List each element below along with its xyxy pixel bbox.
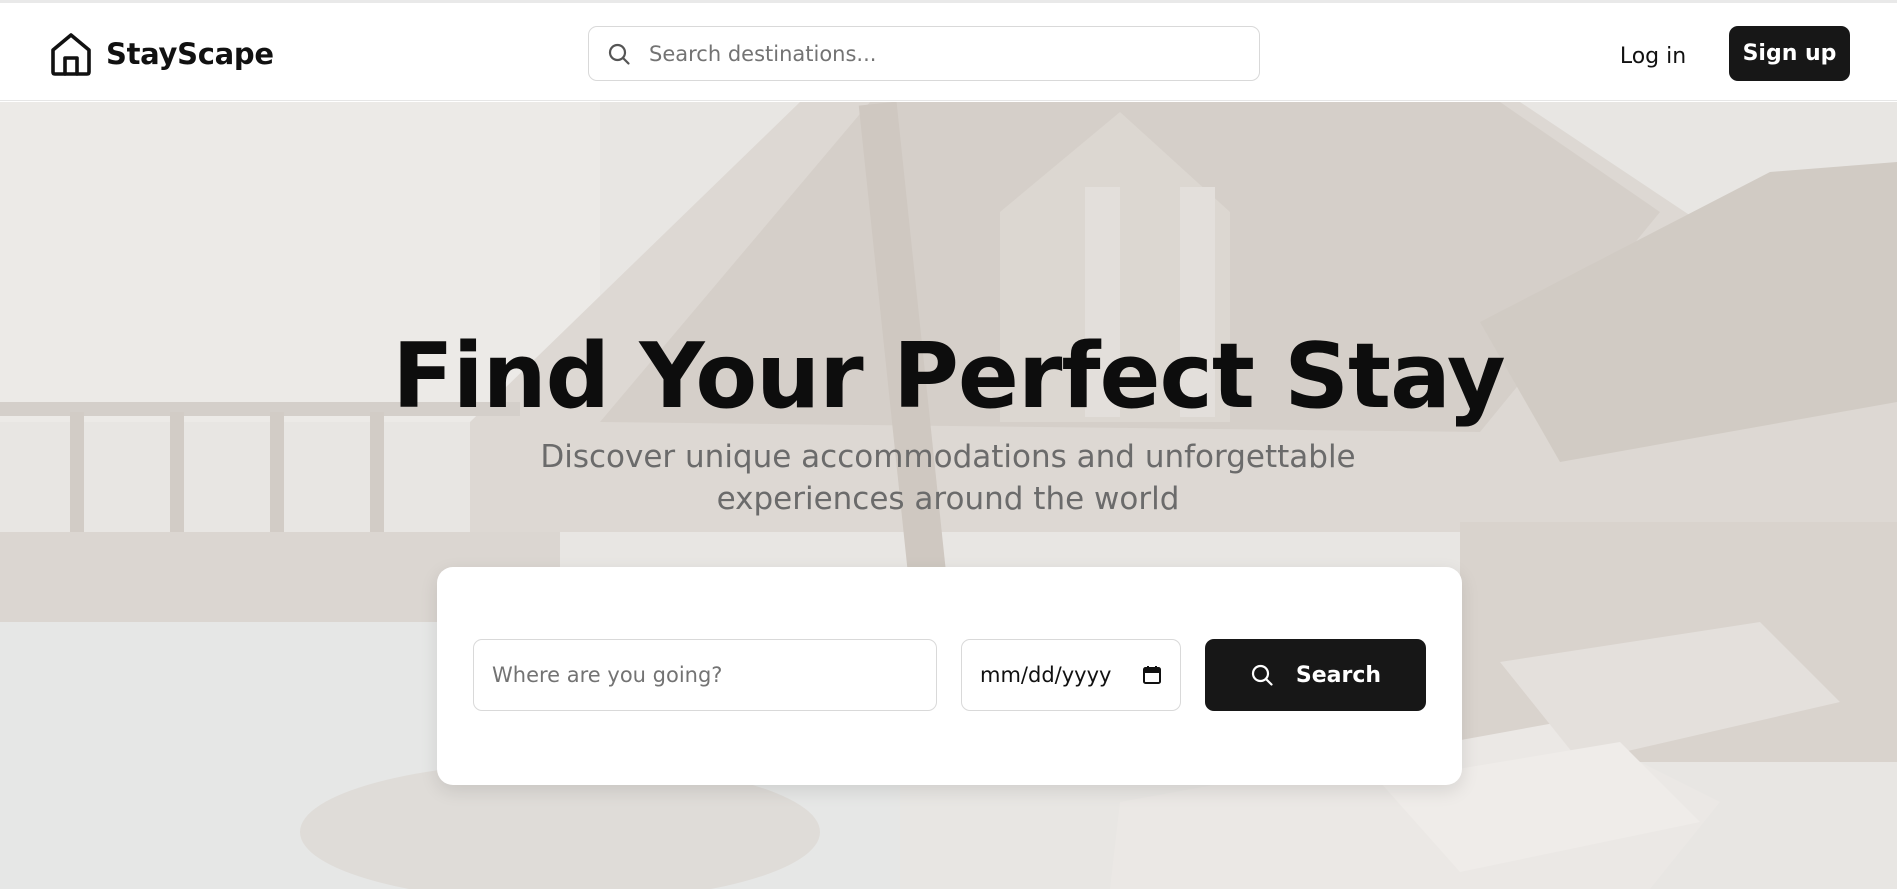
header-search-box[interactable]: [588, 26, 1260, 81]
destination-input[interactable]: [473, 639, 937, 711]
brand-name: StayScape: [106, 37, 274, 71]
search-icon: [608, 43, 630, 65]
search-button-label: Search: [1295, 662, 1382, 688]
house-icon: [51, 33, 91, 76]
hero-subtitle: Discover unique accommodations and unfor…: [540, 439, 1356, 517]
date-input[interactable]: mm/dd/yyyy: [961, 639, 1181, 711]
search-icon: [1251, 664, 1273, 686]
brand-logo[interactable]: StayScape: [50, 29, 274, 79]
header-search-input[interactable]: [649, 41, 1259, 66]
login-button[interactable]: Log in: [1598, 31, 1708, 81]
hero-title: Find Your Perfect Stay: [392, 324, 1505, 429]
signup-button[interactable]: Sign up: [1729, 26, 1850, 81]
search-button[interactable]: Search: [1205, 639, 1426, 711]
site-header: StayScape Log in Sign up: [0, 3, 1897, 101]
search-card: mm/dd/yyyy Search: [437, 567, 1462, 785]
date-placeholder: mm/dd/yyyy: [980, 663, 1112, 687]
hero-section: Find Your Perfect Stay Discover unique a…: [0, 102, 1897, 889]
calendar-icon[interactable]: [1142, 665, 1162, 685]
